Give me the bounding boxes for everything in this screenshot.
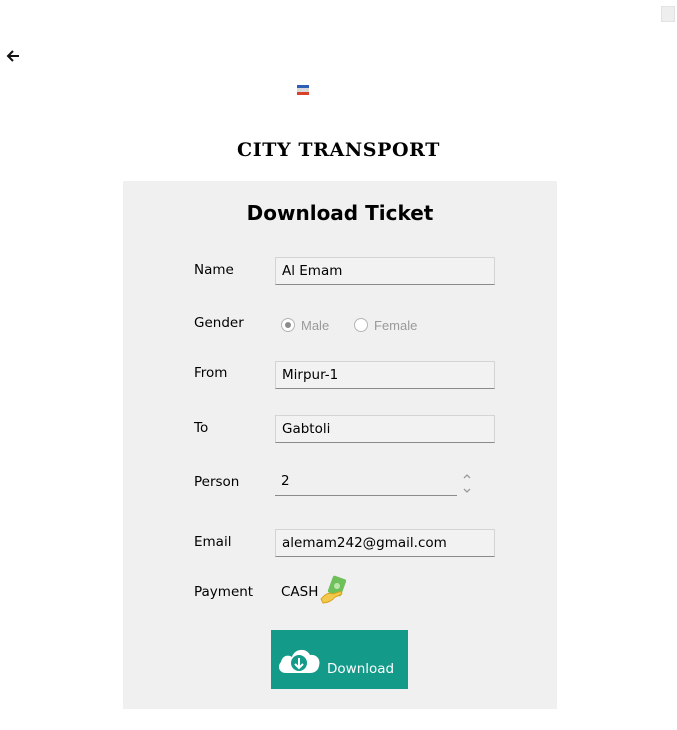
gender-option-male[interactable]: Male [281,315,329,335]
email-label: Email [194,534,232,550]
payment-label: Payment [194,584,254,600]
radio-female-label: Female [374,317,418,333]
download-button-label: Download [327,661,395,677]
flag-icon [297,82,309,95]
back-arrow-icon[interactable] [4,44,22,66]
window-control-button[interactable] [661,6,675,22]
name-field[interactable]: Al Emam [275,257,495,285]
radio-female[interactable] [354,318,368,332]
cloud-download-icon [276,643,322,677]
person-stepper[interactable]: 2 [275,468,457,496]
radio-male-label: Male [301,317,330,333]
form-title: Download Ticket [246,201,434,225]
app-title: CITY TRANSPORT [237,139,440,161]
gender-label: Gender [194,315,244,331]
to-label: To [194,420,209,436]
person-label: Person [194,474,240,490]
cash-icon [317,572,351,606]
from-field[interactable]: Mirpur-1 [275,361,495,389]
stepper-up-button[interactable] [459,469,475,482]
radio-male[interactable] [281,318,295,332]
email-field[interactable]: alemam242@gmail.com [275,529,495,557]
to-field[interactable]: Gabtoli [275,415,495,443]
from-label: From [194,365,228,381]
payment-value: CASH [281,584,319,600]
name-label: Name [194,262,234,278]
stepper-down-button[interactable] [459,484,475,497]
gender-option-female[interactable]: Female [354,315,417,335]
